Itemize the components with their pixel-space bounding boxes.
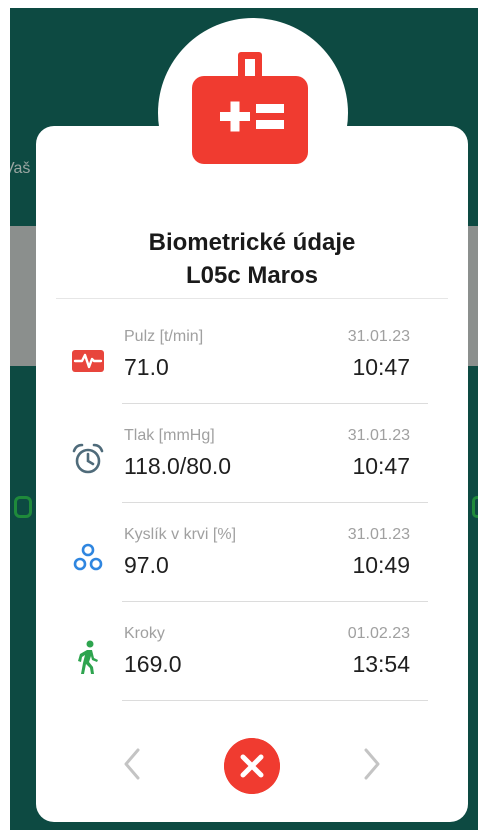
watch-icon (14, 496, 32, 518)
watch-icon-right (472, 496, 478, 518)
list-item-oxygen: Kyslík v krvi [%] 97.0 31.01.23 10:49 (36, 504, 468, 602)
row-divider (122, 403, 428, 404)
pressure-time: 10:47 (352, 453, 410, 479)
oxygen-bubbles-icon (73, 543, 103, 571)
pressure-label: Tlak [mmHg] (124, 427, 215, 444)
steps-value: 169.0 (124, 651, 182, 677)
oxygen-value: 97.0 (124, 552, 169, 578)
pressure-value: 118.0/80.0 (124, 453, 232, 479)
steps-date: 01.02.23 (347, 625, 410, 642)
pulse-label: Pulz [t/min] (124, 328, 204, 345)
oxygen-label: Kyslík v krvi [%] (124, 526, 237, 543)
chevron-left-icon (124, 748, 140, 780)
background-label: Vaš (10, 160, 31, 177)
row-divider (122, 700, 428, 701)
row-divider (122, 502, 428, 503)
list-item-pulse: Pulz [t/min] 71.0 31.01.23 10:47 (36, 306, 468, 404)
chevron-right-icon (364, 748, 380, 780)
pulse-time: 10:47 (352, 354, 410, 380)
pressure-date: 31.01.23 (347, 427, 410, 444)
alarm-clock-icon (72, 443, 104, 474)
pulse-date: 31.01.23 (347, 328, 410, 345)
list-item-pressure: Tlak [mmHg] 118.0/80.0 31.01.23 10:47 (36, 405, 468, 503)
oxygen-date: 31.01.23 (347, 526, 410, 543)
walking-person-icon (78, 640, 98, 674)
dialog-title-line2: L05c Maros (185, 262, 319, 289)
dialog-title: Biometrické údaje L05c Maros (36, 226, 468, 292)
dialog-title-line1: Biometrické údaje (148, 229, 356, 256)
oxygen-time: 10:49 (352, 552, 410, 578)
heart-rate-icon (72, 350, 104, 372)
close-button[interactable] (224, 738, 280, 794)
steps-time: 13:54 (352, 651, 410, 677)
previous-button[interactable] (114, 744, 150, 784)
first-aid-kit-icon (192, 52, 308, 164)
row-divider (122, 601, 428, 602)
steps-label: Kroky (124, 625, 165, 642)
pulse-value: 71.0 (124, 354, 169, 380)
next-button[interactable] (354, 744, 390, 784)
list-item-steps: Kroky 169.0 01.02.23 13:54 (36, 603, 468, 701)
title-divider (56, 298, 448, 299)
